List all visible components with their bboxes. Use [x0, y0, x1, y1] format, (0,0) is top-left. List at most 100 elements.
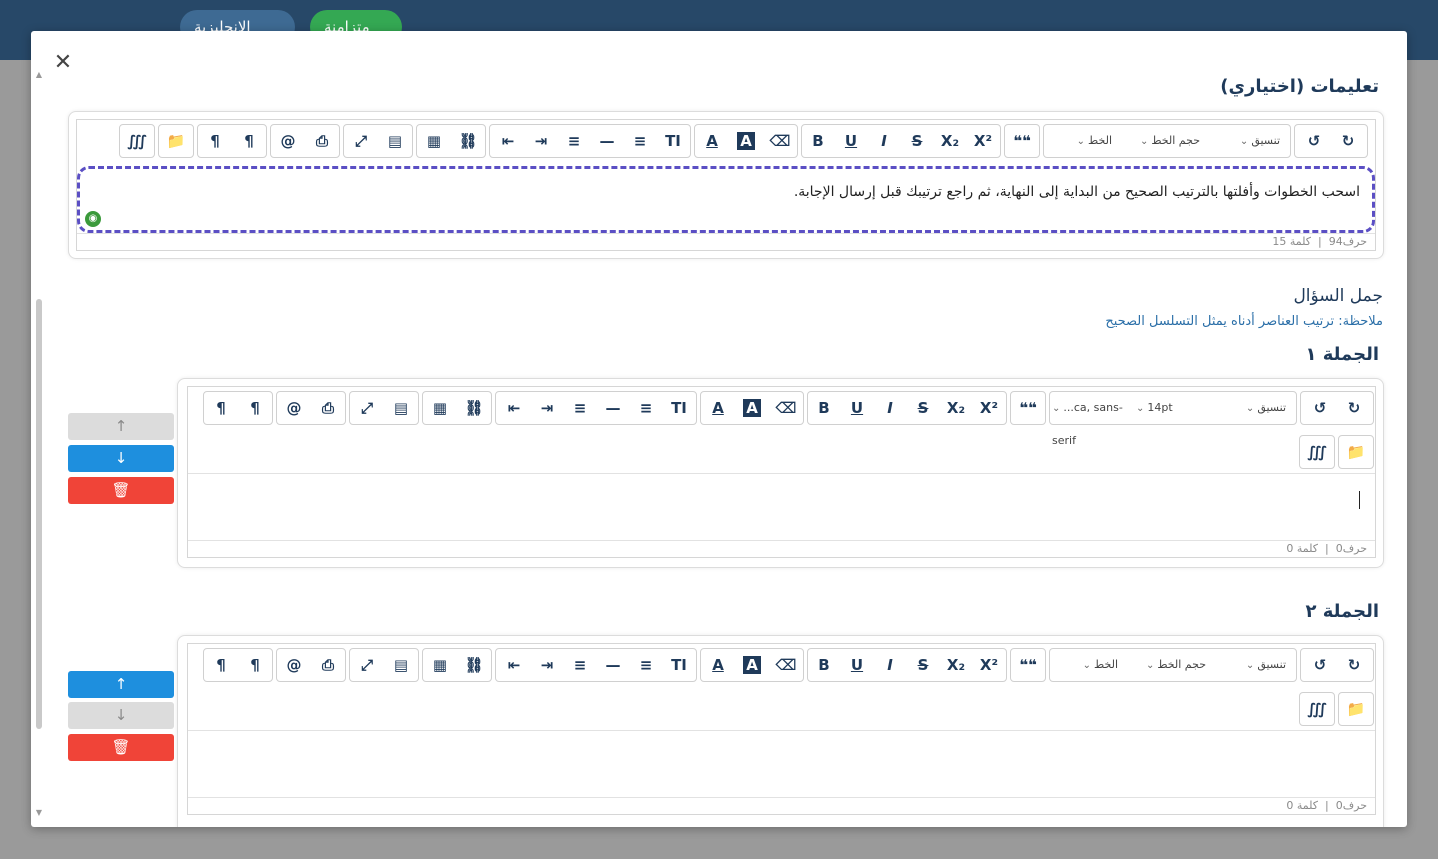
fullscreen-icon[interactable]: ⤢: [350, 649, 384, 681]
bot-icon[interactable]: ◉: [85, 211, 101, 227]
folder-icon[interactable]: 📁: [159, 125, 193, 157]
template-icon[interactable]: ▤: [378, 125, 412, 157]
eraser-icon[interactable]: ⌫: [769, 392, 803, 424]
text-color-icon[interactable]: A: [695, 125, 729, 157]
eraser-icon[interactable]: ⌫: [763, 125, 797, 157]
format-select[interactable]: تنسيق⌄: [1216, 392, 1286, 424]
align-icon[interactable]: ≡: [557, 125, 591, 157]
font-size-select[interactable]: حجم الخط⌄: [1120, 125, 1200, 157]
subscript-icon[interactable]: X₂: [933, 125, 967, 157]
redo-icon[interactable]: ↻: [1337, 392, 1371, 424]
folder-icon[interactable]: 📁: [1339, 693, 1373, 725]
instructions-editor[interactable]: ↻ ↺ تنسيق⌄ حجم الخط⌄ الخط⌄ ❝❝ X² X₂ S I …: [76, 119, 1376, 251]
ordered-list-icon[interactable]: ≡: [623, 125, 657, 157]
table-icon[interactable]: ▦: [417, 125, 451, 157]
blockquote-icon[interactable]: ❝❝: [1005, 125, 1039, 157]
superscript-icon[interactable]: X²: [972, 392, 1006, 424]
background-color-icon[interactable]: A: [743, 656, 761, 674]
sentence1-editor[interactable]: ↻ ↺ تنسيق⌄ ⌄ 14pt ⌄ ...ca, sans-serif ❝❝ X…: [187, 386, 1376, 558]
table-icon[interactable]: ▦: [423, 649, 457, 681]
ordered-list-icon[interactable]: ≡: [629, 392, 663, 424]
sentence2-editor[interactable]: ↻ ↺ تنسيق⌄ حجم الخط⌄ الخط⌄ ❝❝ X² X₂ S I …: [187, 643, 1376, 815]
outdent-icon[interactable]: ⇤: [497, 649, 531, 681]
horizontal-rule-icon[interactable]: —: [596, 392, 630, 424]
blockquote-icon[interactable]: ❝❝: [1011, 392, 1045, 424]
format-select[interactable]: تنسيق⌄: [1216, 649, 1286, 681]
text-size-icon[interactable]: TI: [662, 649, 696, 681]
mention-icon[interactable]: @: [277, 392, 311, 424]
underline-icon[interactable]: U: [840, 649, 874, 681]
move-down-button[interactable]: ↓: [68, 445, 174, 472]
italic-icon[interactable]: I: [873, 392, 907, 424]
eraser-icon[interactable]: ⌫: [769, 649, 803, 681]
indent-icon[interactable]: ⇥: [524, 125, 558, 157]
bold-icon[interactable]: B: [801, 125, 835, 157]
indent-icon[interactable]: ⇥: [530, 649, 564, 681]
move-down-button[interactable]: ↓: [68, 702, 174, 729]
mention-icon[interactable]: @: [277, 649, 311, 681]
link-icon[interactable]: ⛓: [451, 125, 485, 157]
print-icon[interactable]: ⎙: [305, 125, 339, 157]
background-color-icon[interactable]: A: [737, 132, 755, 150]
redo-icon[interactable]: ↻: [1337, 649, 1371, 681]
move-up-button[interactable]: ↑: [68, 671, 174, 698]
text-size-icon[interactable]: TI: [662, 392, 696, 424]
blockquote-icon[interactable]: ❝❝: [1011, 649, 1045, 681]
horizontal-rule-icon[interactable]: —: [596, 649, 630, 681]
ltr-icon[interactable]: ¶: [204, 649, 238, 681]
indent-icon[interactable]: ⇥: [530, 392, 564, 424]
template-icon[interactable]: ▤: [384, 392, 418, 424]
link-icon[interactable]: ⛓: [457, 649, 491, 681]
font-family-select[interactable]: الخط⌄: [1052, 649, 1118, 681]
underline-icon[interactable]: U: [834, 125, 868, 157]
scrollbar-thumb[interactable]: [36, 299, 42, 729]
undo-icon[interactable]: ↺: [1297, 125, 1331, 157]
print-icon[interactable]: ⎙: [311, 649, 345, 681]
link-icon[interactable]: ⛓: [457, 392, 491, 424]
font-family-select[interactable]: ⌄ ...ca, sans-serif: [1052, 392, 1136, 447]
close-icon[interactable]: ✕: [51, 51, 75, 75]
align-icon[interactable]: ≡: [563, 649, 597, 681]
strikethrough-icon[interactable]: S: [906, 649, 940, 681]
print-icon[interactable]: ⎙: [311, 392, 345, 424]
italic-icon[interactable]: I: [867, 125, 901, 157]
table-icon[interactable]: ▦: [423, 392, 457, 424]
bold-icon[interactable]: B: [807, 392, 841, 424]
superscript-icon[interactable]: X²: [972, 649, 1006, 681]
redo-icon[interactable]: ↻: [1331, 125, 1365, 157]
horizontal-rule-icon[interactable]: —: [590, 125, 624, 157]
undo-icon[interactable]: ↺: [1303, 392, 1337, 424]
move-up-button[interactable]: ↑: [68, 413, 174, 440]
ltr-icon[interactable]: ¶: [204, 392, 238, 424]
text-color-icon[interactable]: A: [701, 649, 735, 681]
align-icon[interactable]: ≡: [563, 392, 597, 424]
font-size-select[interactable]: حجم الخط⌄: [1126, 649, 1206, 681]
template-icon[interactable]: ▤: [384, 649, 418, 681]
ordered-list-icon[interactable]: ≡: [629, 649, 663, 681]
scroll-down-icon[interactable]: ▼: [35, 809, 43, 817]
strikethrough-icon[interactable]: S: [906, 392, 940, 424]
text-color-icon[interactable]: A: [701, 392, 735, 424]
delete-button[interactable]: 🗑: [68, 477, 174, 504]
format-select[interactable]: تنسيق⌄: [1210, 125, 1280, 157]
subscript-icon[interactable]: X₂: [939, 649, 973, 681]
superscript-icon[interactable]: X²: [966, 125, 1000, 157]
text-size-icon[interactable]: TI: [656, 125, 690, 157]
scroll-up-icon[interactable]: ▲: [35, 71, 43, 79]
mention-icon[interactable]: @: [271, 125, 305, 157]
folder-icon[interactable]: 📁: [1339, 436, 1373, 468]
outdent-icon[interactable]: ⇤: [497, 392, 531, 424]
underline-icon[interactable]: U: [840, 392, 874, 424]
undo-icon[interactable]: ↺: [1303, 649, 1337, 681]
fullscreen-icon[interactable]: ⤢: [344, 125, 378, 157]
bold-icon[interactable]: B: [807, 649, 841, 681]
rtl-icon[interactable]: ¶: [238, 649, 272, 681]
strikethrough-icon[interactable]: S: [900, 125, 934, 157]
delete-button[interactable]: 🗑: [68, 734, 174, 761]
modal-scrollbar[interactable]: ▲ ▼: [35, 71, 43, 821]
rtl-icon[interactable]: ¶: [232, 125, 266, 157]
font-size-select[interactable]: ⌄ 14pt: [1136, 392, 1196, 424]
subscript-icon[interactable]: X₂: [939, 392, 973, 424]
italic-icon[interactable]: I: [873, 649, 907, 681]
special-chars-icon[interactable]: ∭: [120, 125, 154, 157]
